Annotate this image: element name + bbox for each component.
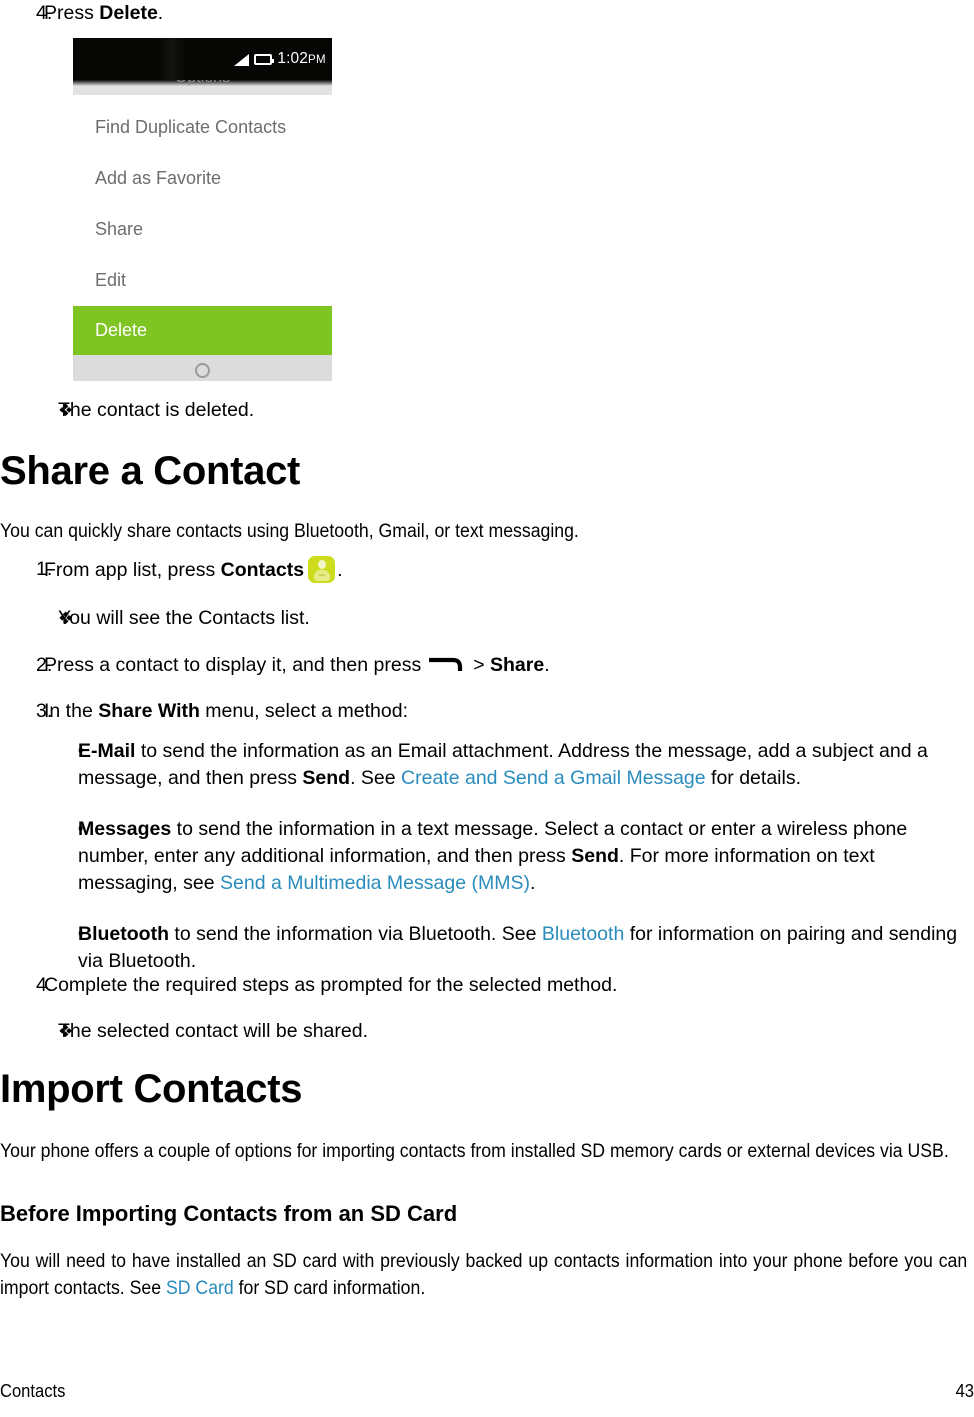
step-text-before: Press a contact to display it, and then … bbox=[44, 654, 422, 676]
signal-bars-icon bbox=[234, 54, 250, 66]
method-part3: . bbox=[529, 872, 536, 894]
method-email: ▪ E-Mail to send the information as an E… bbox=[0, 738, 974, 792]
contacts-icon-head bbox=[317, 559, 326, 569]
method-bold2: Send bbox=[302, 767, 351, 789]
step-text: Complete the required steps as prompted … bbox=[44, 974, 618, 996]
result-text: You will see the Contacts list. bbox=[58, 607, 310, 629]
step-text-after: . bbox=[337, 559, 343, 581]
footer-page-number: 43 bbox=[955, 1380, 974, 1401]
phone-status-bar: 1:02PM bbox=[73, 38, 332, 80]
result-text: The selected contact will be shared. bbox=[58, 1020, 369, 1042]
menu-item-label: Edit bbox=[95, 270, 127, 290]
phone-screen-title: Options bbox=[73, 80, 332, 87]
method-part1: to send the information via Bluetooth. S… bbox=[168, 923, 542, 945]
step-press-delete: 4. Press Delete. bbox=[0, 0, 760, 27]
diamond-bullet-icon: ❖ bbox=[58, 1022, 74, 1041]
phone-nav-bar bbox=[73, 355, 332, 381]
import-intro-paragraph: Your phone offers a couple of options fo… bbox=[0, 1141, 949, 1162]
method-text: Bluetooth to send the information via Bl… bbox=[78, 921, 974, 975]
square-bullet-icon: ▪ bbox=[78, 820, 84, 837]
phone-screen-title-strip: Options bbox=[73, 80, 332, 95]
menu-item-add-as-favorite[interactable]: Add as Favorite bbox=[73, 153, 332, 204]
home-circle-icon[interactable] bbox=[195, 363, 210, 378]
result-contact-shared: ❖ The selected contact will be shared. bbox=[0, 1018, 900, 1045]
method-part3: for details. bbox=[705, 767, 802, 789]
page-heading-share-a-contact: Share a Contact bbox=[0, 449, 301, 493]
diamond-bullet-icon: ❖ bbox=[58, 609, 74, 628]
step-complete-required-steps: 4. Complete the required steps as prompt… bbox=[0, 972, 900, 999]
step-text-bold: Share With bbox=[98, 700, 200, 722]
method-name: E-Mail bbox=[78, 740, 136, 762]
step-number: 3. bbox=[36, 700, 53, 722]
method-name: Bluetooth bbox=[78, 923, 169, 945]
step-number: 2. bbox=[36, 654, 53, 676]
phone-screenshot-image: 1:02PM Options Find Duplicate Contacts A… bbox=[73, 38, 332, 381]
step-text-bold: Contacts bbox=[220, 559, 305, 581]
subheading-before-importing-from-sd-card: Before Importing Contacts from an SD Car… bbox=[0, 1201, 458, 1226]
step-number: 4. bbox=[36, 974, 53, 996]
link-send-a-multimedia-message-mms[interactable]: Send a Multimedia Message (MMS) bbox=[220, 872, 530, 894]
step-text-bold: Share bbox=[490, 654, 545, 676]
page-footer: Contacts 43 bbox=[0, 1379, 974, 1403]
menu-item-delete[interactable]: Delete bbox=[73, 306, 332, 355]
method-part2: . See bbox=[350, 767, 402, 789]
step-text-after: . bbox=[544, 654, 550, 676]
method-bluetooth: ▪ Bluetooth to send the information via … bbox=[0, 921, 974, 975]
square-bullet-icon: ▪ bbox=[78, 742, 84, 759]
result-contact-deleted: ❖ The contact is deleted. bbox=[0, 397, 760, 424]
step-text-before: Press bbox=[44, 2, 100, 24]
document-page: 4. Press Delete. 1:02PM Options Find Dup… bbox=[0, 0, 974, 1417]
method-text: Messages to send the information in a te… bbox=[78, 816, 974, 897]
step-text-before: From app list, press bbox=[44, 559, 221, 581]
paragraph-part2: for SD card information. bbox=[233, 1278, 426, 1299]
link-bluetooth[interactable]: Bluetooth bbox=[542, 923, 624, 945]
method-bold2: Send bbox=[571, 845, 619, 867]
menu-item-label: Delete bbox=[95, 320, 148, 340]
link-create-and-send-a-gmail-message[interactable]: Create and Send a Gmail Message bbox=[401, 767, 706, 789]
method-text: E-Mail to send the information as an Ema… bbox=[78, 738, 974, 792]
status-bar-indicators: 1:02PM bbox=[234, 38, 326, 80]
menu-item-label: Share bbox=[95, 219, 144, 239]
menu-item-find-duplicate-contacts[interactable]: Find Duplicate Contacts bbox=[73, 102, 332, 153]
square-bullet-icon: ▪ bbox=[78, 925, 84, 942]
result-text: The contact is deleted. bbox=[58, 399, 255, 421]
import-sd-card-paragraph: You will need to have installed an SD ca… bbox=[0, 1248, 967, 1302]
step-share-with-menu: 3. In the Share With menu, select a meth… bbox=[0, 698, 860, 725]
step-separator: > bbox=[473, 654, 485, 676]
clock-ampm: PM bbox=[307, 54, 326, 66]
step-text: Press Delete. bbox=[44, 0, 760, 27]
phone-options-menu: Find Duplicate Contacts Add as Favorite … bbox=[73, 95, 332, 355]
status-bar-smudge bbox=[157, 38, 187, 80]
method-name: Messages bbox=[78, 818, 172, 840]
contacts-app-icon bbox=[308, 556, 336, 583]
menu-key-icon bbox=[427, 656, 467, 673]
menu-item-label: Find Duplicate Contacts bbox=[95, 117, 287, 137]
step-text-bold: Delete bbox=[99, 2, 158, 24]
status-bar-clock: 1:02PM bbox=[277, 50, 326, 68]
step-text-after: . bbox=[157, 2, 164, 24]
step-number: 4. bbox=[36, 2, 53, 24]
result-contacts-list: ❖ You will see the Contacts list. bbox=[0, 605, 800, 632]
step-text: Press a contact to display it, and then … bbox=[44, 652, 860, 679]
step-press-menu-share: 2. Press a contact to display it, and th… bbox=[0, 652, 860, 679]
menu-item-edit[interactable]: Edit bbox=[73, 255, 332, 306]
paragraph-part1: You will need to have installed an SD ca… bbox=[0, 1251, 968, 1299]
method-messages: ▪ Messages to send the information in a … bbox=[0, 816, 974, 897]
share-intro-paragraph: You can quickly share contacts using Blu… bbox=[0, 521, 579, 542]
step-number: 1. bbox=[36, 558, 53, 580]
battery-icon bbox=[254, 54, 275, 65]
clock-time: 1:02 bbox=[277, 50, 308, 67]
step-text-after: menu, select a method: bbox=[199, 700, 409, 722]
step-text: In the Share With menu, select a method: bbox=[44, 698, 860, 725]
diamond-bullet-icon: ❖ bbox=[58, 401, 74, 420]
menu-item-share[interactable]: Share bbox=[73, 204, 332, 255]
step-text: From app list, press Contacts. bbox=[44, 556, 800, 584]
link-sd-card[interactable]: SD Card bbox=[166, 1278, 234, 1299]
step-text-before: In the bbox=[44, 700, 99, 722]
page-heading-import-contacts: Import Contacts bbox=[0, 1067, 303, 1111]
step-open-contacts: 1. From app list, press Contacts. bbox=[0, 556, 800, 584]
footer-chapter-label: Contacts bbox=[0, 1380, 66, 1401]
menu-item-label: Add as Favorite bbox=[95, 168, 222, 188]
contacts-icon-torso bbox=[313, 569, 330, 581]
